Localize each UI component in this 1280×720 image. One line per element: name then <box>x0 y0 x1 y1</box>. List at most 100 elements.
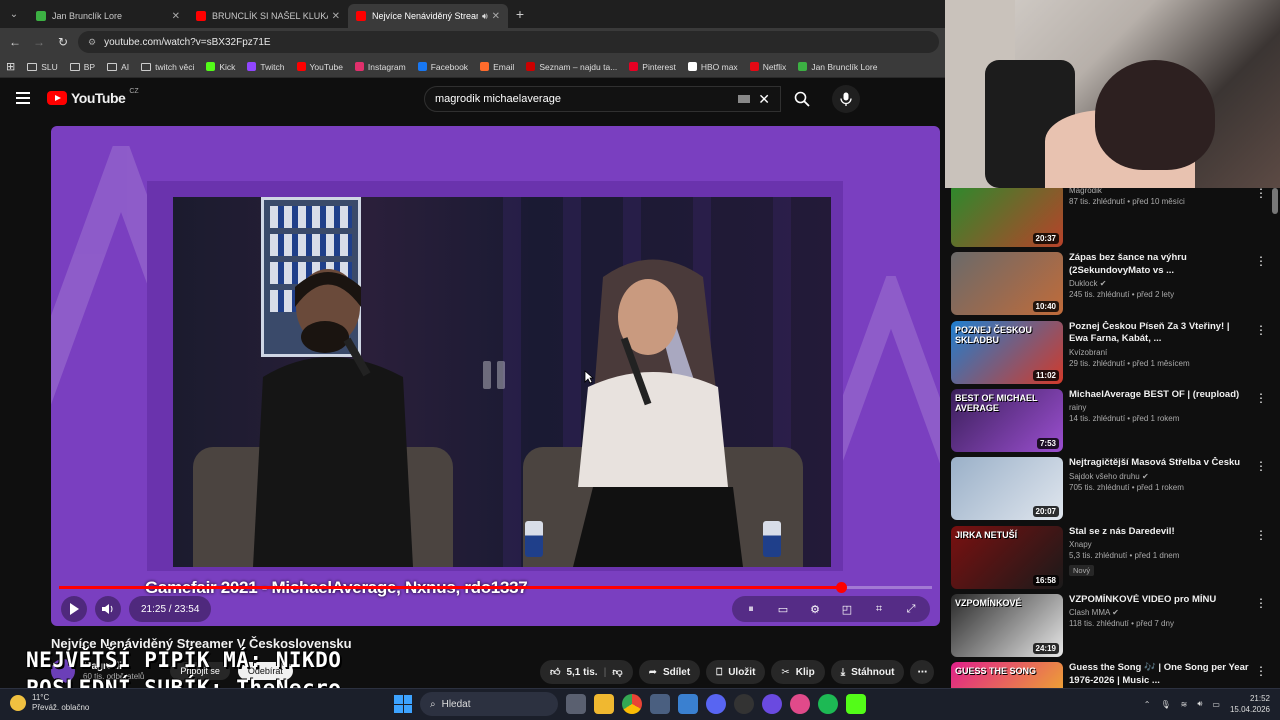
tab-close-icon[interactable]: ✕ <box>492 11 500 22</box>
recommended-video[interactable]: 20:37 Magrodik 87 tis. zhlédnutí • před … <box>951 188 1271 248</box>
video-thumbnail[interactable]: VZPOMÍNKOVÉ 24:19 <box>951 593 1063 657</box>
subtitles-icon[interactable]: ▭ <box>770 603 796 616</box>
more-options-icon[interactable]: ⋮ <box>1255 254 1267 268</box>
weather-widget[interactable]: 11°C Převáž. oblačno <box>10 693 89 713</box>
bookmark-item[interactable]: HBO max <box>687 62 738 72</box>
site-info-icon[interactable]: ⚙ <box>88 37 96 48</box>
youtube-logo[interactable]: YouTube CZ <box>47 88 139 106</box>
chrome-icon[interactable] <box>622 694 642 714</box>
bookmark-item[interactable]: Kick <box>206 62 235 72</box>
more-options-icon[interactable]: ⋮ <box>1255 664 1267 678</box>
mic-tray-icon[interactable]: 🎙︎ <box>1160 700 1170 709</box>
new-tab-button[interactable]: + <box>508 6 532 22</box>
video-thumbnail[interactable]: GUESS THE SONG 14:57 <box>951 662 1063 688</box>
video-player[interactable]: Gamefair 2021 - MichaelAverage, Nxnus, r… <box>51 126 940 626</box>
video-thumbnail[interactable]: 20:07 <box>951 457 1063 521</box>
thumbs-down-icon[interactable]: 👎︎ <box>612 666 622 678</box>
more-options-icon[interactable]: ⋮ <box>1255 323 1267 337</box>
recommended-title[interactable]: Nejtragičtější Masová Střelba v Česku <box>1069 457 1251 470</box>
bookmark-item[interactable]: AI <box>107 62 129 72</box>
browser-tab[interactable]: BRUNCLÍK SI NAŠEL KLUKA! - Y ✕ <box>188 4 348 28</box>
bookmark-item[interactable]: Jan Brunclík Lore <box>798 62 877 72</box>
forward-icon[interactable]: → <box>30 35 48 49</box>
fullscreen-icon[interactable]: ⤢ <box>898 603 924 616</box>
recommended-channel[interactable]: Magrodik <box>1069 188 1102 195</box>
more-actions-icon[interactable]: ⋯ <box>910 660 935 684</box>
tab-audio-icon[interactable]: 🔊︎ <box>482 11 488 22</box>
spotify-icon[interactable] <box>818 694 838 714</box>
bookmark-item[interactable]: Facebook <box>417 62 468 72</box>
bookmark-item[interactable]: Seznam – najdu ta... <box>526 62 617 72</box>
play-button[interactable] <box>61 596 87 622</box>
search-button[interactable] <box>785 86 819 112</box>
bookmark-item[interactable]: Email <box>480 62 514 72</box>
recommended-video[interactable]: POZNEJ ČESKOU SKLADBU 11:02 Poznej Česko… <box>951 320 1271 385</box>
bookmark-item[interactable]: Twitch <box>247 62 285 72</box>
menu-icon[interactable] <box>16 92 30 104</box>
bookmark-item[interactable]: Netflix <box>749 62 786 72</box>
more-options-icon[interactable]: ⋮ <box>1255 528 1267 542</box>
save-button[interactable]: ⎕ Uložit <box>706 660 766 684</box>
recommended-title[interactable]: MichaelAverage BEST OF | (reupload) <box>1069 389 1251 402</box>
recommended-video[interactable]: BEST OF MICHAEL AVERAGE 7:53 MichaelAver… <box>951 388 1271 453</box>
keyboard-icon[interactable] <box>738 95 751 103</box>
kick-app-icon[interactable] <box>846 694 866 714</box>
wifi-icon[interactable]: ≋ <box>1181 700 1188 709</box>
app-icon[interactable] <box>762 694 782 714</box>
video-thumbnail[interactable]: JIRKA NETUŠÍ 16:58 <box>951 525 1063 589</box>
more-options-icon[interactable]: ⋮ <box>1255 188 1267 200</box>
miniplayer-icon[interactable]: ◰ <box>834 603 860 616</box>
photos-app-icon[interactable] <box>678 694 698 714</box>
settings-app-icon[interactable] <box>650 694 670 714</box>
settings-gear-icon[interactable]: ⚙ <box>802 603 828 616</box>
recommended-channel[interactable]: Duklock <box>1069 279 1097 288</box>
video-thumbnail[interactable]: POZNEJ ČESKOU SKLADBU 11:02 <box>951 320 1063 384</box>
bookmark-item[interactable]: twitch věci <box>141 62 194 72</box>
progress-bar[interactable] <box>59 582 932 593</box>
volume-button[interactable] <box>95 596 121 622</box>
bookmark-item[interactable]: Instagram <box>354 62 406 72</box>
bookmark-item[interactable]: BP <box>69 62 95 72</box>
browser-tab[interactable]: Jan Brunclík Lore ✕ <box>28 4 188 28</box>
recommended-title[interactable]: Poznej Českou Píseň Za 3 Vteřiny! | Ewa … <box>1069 321 1251 346</box>
apps-grid-icon[interactable]: ⊞ <box>6 60 15 73</box>
bookmark-item[interactable]: Pinterest <box>629 62 676 72</box>
speaker-icon[interactable]: 🔊︎ <box>1197 699 1202 709</box>
recommended-channel[interactable]: Kvízobraní <box>1069 348 1107 357</box>
more-options-icon[interactable]: ⋮ <box>1255 459 1267 473</box>
browser-tab[interactable]: Nejvíce Nenáviděný Stream 🔊︎ ✕ <box>348 4 508 28</box>
tray-chevron-icon[interactable]: ⌃ <box>1144 700 1151 709</box>
clip-button[interactable]: ✂ Klip <box>771 660 825 684</box>
reload-icon[interactable]: ↻ <box>54 35 72 49</box>
sidebar-scrollbar[interactable] <box>1272 188 1278 214</box>
video-thumbnail[interactable]: BEST OF MICHAEL AVERAGE 7:53 <box>951 388 1063 452</box>
file-explorer-icon[interactable] <box>594 694 614 714</box>
like-button[interactable]: 👍︎ 5,1 tis. | 👎︎ <box>540 660 633 684</box>
url-input[interactable]: ⚙ youtube.com/watch?v=sBX32Fpz71E <box>78 31 939 53</box>
back-icon[interactable]: ← <box>6 35 24 49</box>
recommended-video[interactable]: JIRKA NETUŠÍ 16:58 Stal se z nás Daredev… <box>951 525 1271 590</box>
recommended-channel[interactable]: rainy <box>1069 403 1086 412</box>
music-app-icon[interactable] <box>790 694 810 714</box>
cast-icon[interactable]: ⌗ <box>866 603 892 616</box>
clear-search-icon[interactable]: ✕ <box>758 91 770 108</box>
progress-scrubber[interactable] <box>836 582 848 593</box>
taskbar-search[interactable]: ⌕ Hledat <box>420 692 558 716</box>
bookmark-item[interactable]: YouTube <box>296 62 343 72</box>
recommended-channel[interactable]: Sajdok všeho druhu <box>1069 472 1140 481</box>
tab-search-icon[interactable]: ⌄ <box>0 0 28 28</box>
system-clock[interactable]: 21:52 15.04.2026 <box>1230 693 1270 715</box>
recommended-channel[interactable]: Clash MMA <box>1069 608 1110 617</box>
tab-close-icon[interactable]: ✕ <box>172 11 180 22</box>
recommended-title[interactable]: Zápas bez šance na výhru (2SekundovyMato… <box>1069 252 1251 277</box>
recommended-title[interactable]: VZPOMÍNKOVÉ VIDEO pro MÍNU <box>1069 594 1251 607</box>
share-button[interactable]: ➦ Sdílet <box>638 660 701 684</box>
voice-search-button[interactable] <box>832 85 860 113</box>
discord-icon[interactable] <box>706 694 726 714</box>
task-view-icon[interactable] <box>566 694 586 714</box>
obs-icon[interactable] <box>734 694 754 714</box>
recommended-video[interactable]: VZPOMÍNKOVÉ 24:19 VZPOMÍNKOVÉ VIDEO pro … <box>951 593 1271 658</box>
recommended-channel[interactable]: Xnapy <box>1069 540 1092 549</box>
download-button[interactable]: ⤓ Stáhnout <box>830 660 905 684</box>
recommended-video[interactable]: GUESS THE SONG 14:57 Guess the Song 🎶 | … <box>951 662 1271 688</box>
